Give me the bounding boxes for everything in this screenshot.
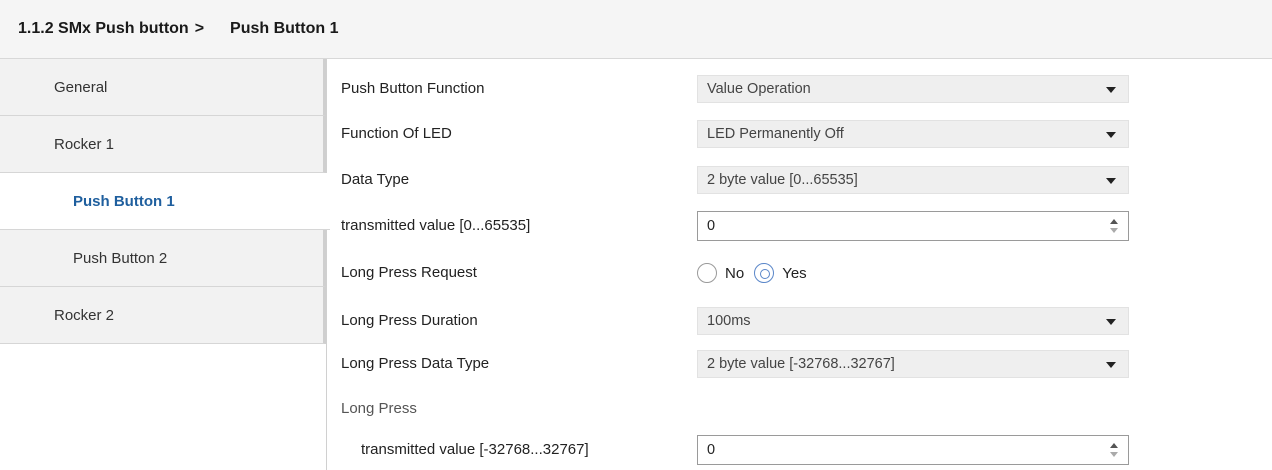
long-press-duration-select[interactable]: 100ms bbox=[697, 307, 1129, 335]
row-push-button-function: Push Button Function Value Operation bbox=[327, 69, 1272, 109]
data-type-select[interactable]: 2 byte value [0...65535] bbox=[697, 166, 1129, 194]
radio-no-label: No bbox=[725, 264, 745, 282]
sidebar-item-label: Rocker 1 bbox=[54, 135, 115, 153]
spin-down-icon[interactable] bbox=[1110, 452, 1118, 457]
transmitted-value-input[interactable]: 0 bbox=[697, 211, 1129, 241]
parameter-form: Push Button Function Value Operation Fun… bbox=[327, 59, 1272, 470]
select-value: 100ms bbox=[707, 313, 751, 329]
radio-unchecked-icon[interactable] bbox=[697, 263, 717, 283]
select-value: 2 byte value [0...65535] bbox=[707, 172, 858, 188]
chevron-down-icon bbox=[1106, 362, 1116, 368]
sidebar-item-label: Push Button 2 bbox=[73, 249, 168, 267]
row-long-press-group: Long Press bbox=[327, 389, 1272, 429]
data-type-label: Data Type bbox=[341, 171, 410, 188]
input-value: 0 bbox=[707, 442, 716, 458]
breadcrumb-separator: > bbox=[194, 20, 205, 37]
row-long-press-data-type: Long Press Data Type 2 byte value [-3276… bbox=[327, 344, 1272, 384]
radio-no[interactable]: No bbox=[697, 263, 744, 283]
radio-yes-label: Yes bbox=[782, 264, 807, 282]
row-data-type: Data Type 2 byte value [0...65535] bbox=[327, 160, 1272, 200]
sidebar-item-push-button-1[interactable]: Push Button 1 bbox=[0, 173, 330, 230]
chevron-down-icon bbox=[1106, 132, 1116, 138]
input-value: 0 bbox=[707, 218, 716, 234]
function-of-led-label: Function Of LED bbox=[341, 125, 452, 142]
long-press-data-type-select[interactable]: 2 byte value [-32768...32767] bbox=[697, 350, 1129, 378]
long-press-data-type-label: Long Press Data Type bbox=[341, 355, 490, 372]
sidebar-item-label: General bbox=[54, 78, 108, 96]
long-press-duration-label: Long Press Duration bbox=[341, 312, 478, 329]
function-of-led-select[interactable]: LED Permanently Off bbox=[697, 120, 1129, 148]
sidebar: General Rocker 1 Push Button 1 Push Butt… bbox=[0, 59, 330, 470]
row-long-press-duration: Long Press Duration 100ms bbox=[327, 301, 1272, 341]
long-press-transmitted-value-label: transmitted value [-32768...32767] bbox=[361, 441, 589, 458]
sidebar-item-label: Push Button 1 bbox=[73, 192, 175, 210]
page-header: 1.1.2 SMx Push button > Push Button 1 bbox=[0, 0, 1272, 59]
select-value: 2 byte value [-32768...32767] bbox=[707, 356, 895, 372]
breadcrumb-parent[interactable]: 1.1.2 SMx Push button bbox=[18, 20, 189, 38]
radio-yes[interactable]: Yes bbox=[754, 263, 807, 283]
push-button-function-label: Push Button Function bbox=[341, 80, 485, 97]
long-press-request-label: Long Press Request bbox=[341, 264, 477, 281]
chevron-down-icon bbox=[1106, 178, 1116, 184]
chevron-down-icon bbox=[1106, 87, 1116, 93]
push-button-function-select[interactable]: Value Operation bbox=[697, 75, 1129, 103]
page-title: Push Button 1 bbox=[230, 20, 339, 37]
sidebar-item-rocker-1[interactable]: Rocker 1 bbox=[0, 116, 326, 173]
row-long-press-transmitted-value: transmitted value [-32768...32767] 0 bbox=[327, 430, 1272, 470]
select-value: Value Operation bbox=[707, 81, 811, 97]
spin-up-icon[interactable] bbox=[1110, 443, 1118, 448]
sidebar-item-label: Rocker 2 bbox=[54, 306, 115, 324]
long-press-group-heading: Long Press bbox=[341, 400, 417, 417]
row-function-of-led: Function Of LED LED Permanently Off bbox=[327, 114, 1272, 154]
spin-up-icon[interactable] bbox=[1110, 219, 1118, 224]
transmitted-value-label: transmitted value [0...65535] bbox=[341, 217, 531, 234]
long-press-request-radio-group: No Yes bbox=[697, 253, 817, 293]
row-transmitted-value: transmitted value [0...65535] 0 bbox=[327, 206, 1272, 246]
chevron-down-icon bbox=[1106, 319, 1116, 325]
row-long-press-request: Long Press Request No Yes bbox=[327, 253, 1272, 293]
sidebar-item-general[interactable]: General bbox=[0, 59, 326, 116]
sidebar-item-rocker-2[interactable]: Rocker 2 bbox=[0, 287, 326, 344]
sidebar-item-push-button-2[interactable]: Push Button 2 bbox=[0, 230, 326, 287]
radio-checked-icon[interactable] bbox=[754, 263, 775, 283]
spin-down-icon[interactable] bbox=[1110, 228, 1118, 233]
long-press-transmitted-value-input[interactable]: 0 bbox=[697, 435, 1129, 465]
sidebar-empty-area bbox=[0, 344, 326, 470]
select-value: LED Permanently Off bbox=[707, 126, 844, 142]
